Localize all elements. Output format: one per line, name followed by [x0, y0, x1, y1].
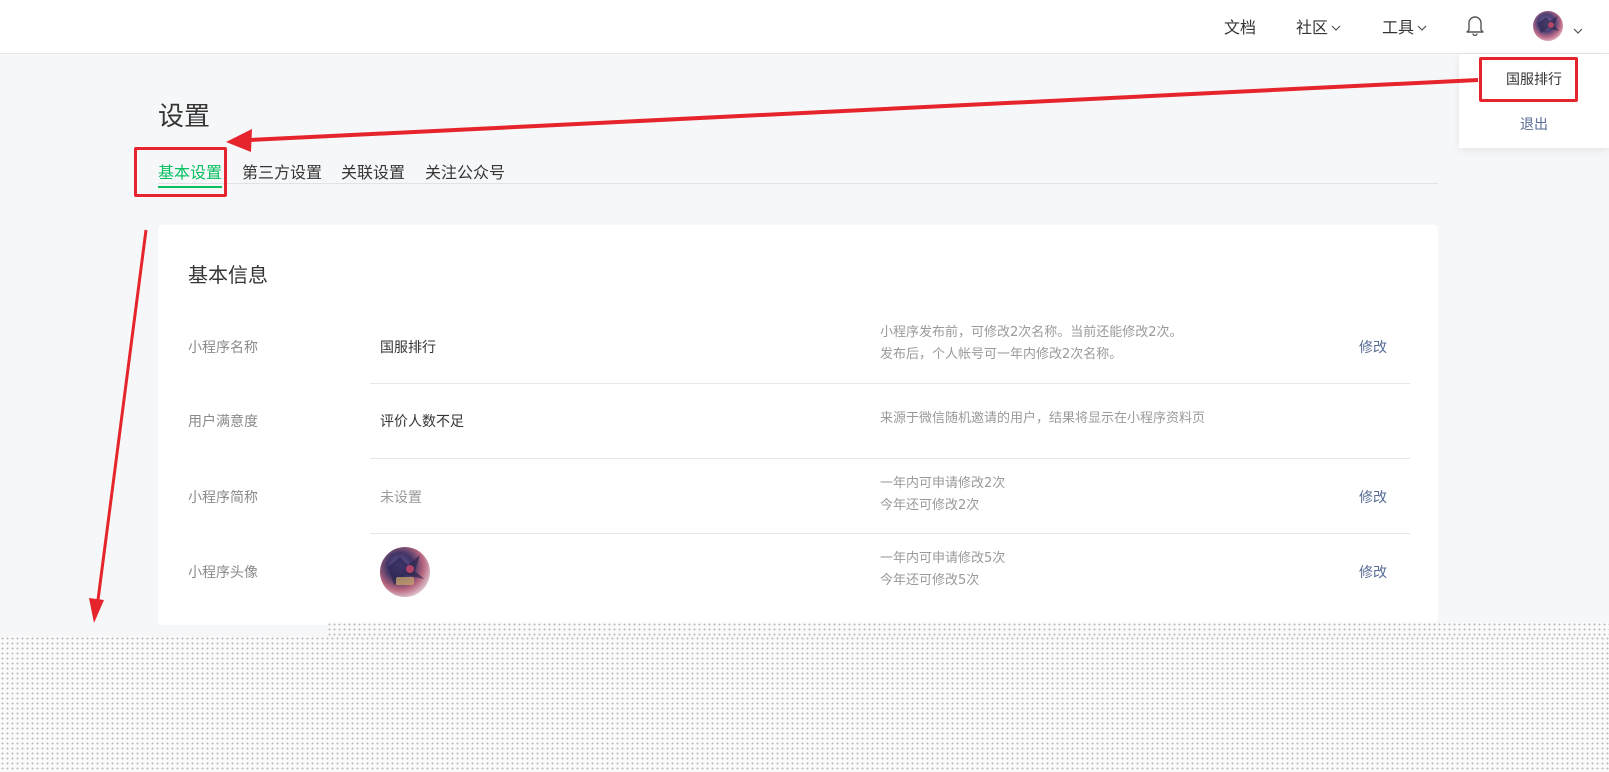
row-tip-line: 来源于微信随机邀请的用户，结果将显示在小程序资料页 — [880, 411, 1206, 426]
settings-tabs: 基本设置 第三方设置 关联设置 关注公众号 — [158, 154, 1438, 188]
bell-icon[interactable] — [1466, 14, 1484, 40]
row-label: 小程序简称 — [188, 490, 258, 506]
chevron-down-icon — [1417, 17, 1427, 36]
card-title: 基本信息 — [188, 263, 268, 287]
annotation-arrow — [96, 229, 148, 601]
edit-short-name-link[interactable]: 修改 — [1359, 487, 1387, 507]
nav-docs-label: 文档 — [1224, 18, 1257, 37]
tab-link-settings[interactable]: 关联设置 — [341, 159, 405, 183]
edit-avatar-link[interactable]: 修改 — [1359, 562, 1387, 582]
nav-community-label: 社区 — [1296, 18, 1329, 37]
nav-docs-link[interactable]: 文档 — [1224, 14, 1256, 38]
tab-follow-official-account[interactable]: 关注公众号 — [425, 159, 505, 183]
row-tip-line: 小程序发布前，可修改2次名称。当前还能修改2次。 — [880, 325, 1183, 340]
nav-tools-menu[interactable]: 工具 — [1382, 14, 1427, 38]
row-tip-line: 发布后，个人帐号可一年内修改2次名称。 — [880, 347, 1123, 362]
page-title: 设置 — [158, 102, 211, 132]
settings-row-avatar: 小程序头像 一年内可申请修改5次 今年还可修改5次 修改 — [158, 534, 1438, 611]
row-tip: 一年内可申请修改2次 今年还可修改2次 — [880, 473, 1005, 517]
mini-program-avatar — [380, 547, 430, 597]
tab-third-party-settings[interactable]: 第三方设置 — [242, 159, 322, 183]
settings-row-name: 小程序名称 国服排行 小程序发布前，可修改2次名称。当前还能修改2次。 发布后，… — [158, 307, 1438, 384]
settings-row-short-name: 小程序简称 未设置 一年内可申请修改2次 今年还可修改2次 修改 — [158, 459, 1438, 536]
row-tip-line: 一年内可申请修改2次 — [880, 476, 1006, 491]
top-navigation-bar: 文档 社区 工具 — [0, 0, 1609, 54]
chevron-down-icon — [1331, 17, 1341, 36]
basic-info-card: 基本信息 小程序名称 国服排行 小程序发布前，可修改2次名称。当前还能修改2次。… — [158, 225, 1438, 625]
row-value: 未设置 — [380, 490, 422, 506]
row-tip: 一年内可申请修改5次 今年还可修改5次 — [880, 548, 1005, 592]
chevron-down-icon[interactable] — [1573, 20, 1583, 39]
row-tip: 小程序发布前，可修改2次名称。当前还能修改2次。 发布后，个人帐号可一年内修改2… — [880, 322, 1183, 366]
row-value: 国服排行 — [380, 340, 436, 356]
row-value: 评价人数不足 — [380, 414, 464, 430]
row-label: 用户满意度 — [188, 414, 258, 430]
row-tip: 来源于微信随机邀请的用户，结果将显示在小程序资料页 — [880, 408, 1205, 430]
annotation-highlight-box — [1479, 57, 1578, 102]
row-tip-line: 今年还可修改5次 — [880, 573, 980, 588]
avatar[interactable] — [1533, 11, 1563, 41]
row-label: 小程序名称 — [188, 340, 258, 356]
row-tip-line: 一年内可申请修改5次 — [880, 551, 1006, 566]
logout-link[interactable]: 退出 — [1459, 114, 1609, 134]
nav-tools-label: 工具 — [1382, 18, 1415, 37]
annotation-highlight-box — [134, 147, 227, 197]
edit-name-link[interactable]: 修改 — [1359, 337, 1387, 357]
dotted-overlay — [0, 636, 1609, 772]
annotation-arrowhead — [89, 598, 104, 623]
annotation-arrow — [249, 78, 1479, 142]
row-label: 小程序头像 — [188, 565, 258, 581]
annotation-arrowhead — [226, 129, 252, 152]
settings-row-satisfaction: 用户满意度 评价人数不足 来源于微信随机邀请的用户，结果将显示在小程序资料页 — [158, 384, 1438, 461]
row-tip-line: 今年还可修改2次 — [880, 498, 980, 513]
nav-community-menu[interactable]: 社区 — [1296, 14, 1341, 38]
